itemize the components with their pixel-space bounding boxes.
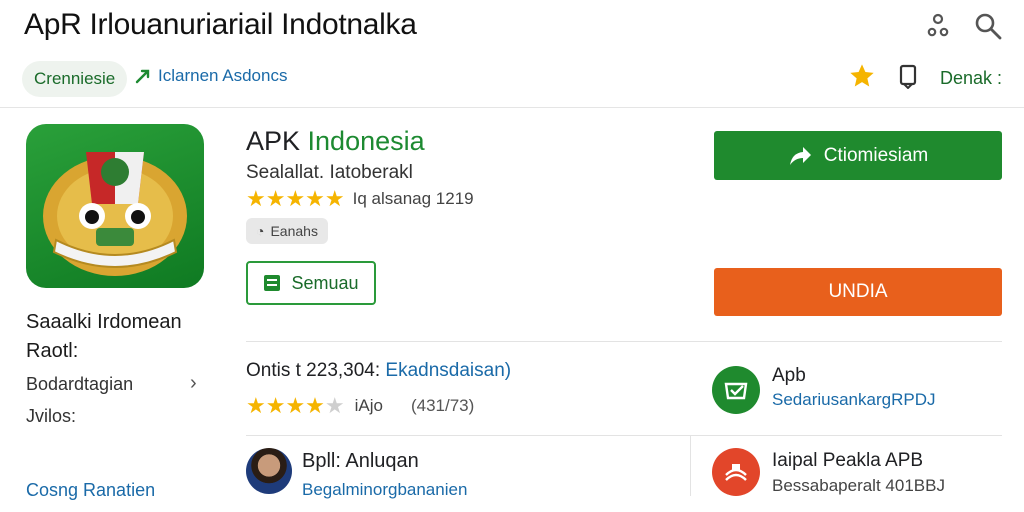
header-divider: [0, 107, 1024, 108]
share-icon[interactable]: [922, 10, 954, 42]
related-app-icon[interactable]: [712, 448, 760, 496]
subbar-right-label[interactable]: Denak :: [940, 68, 1002, 89]
section-divider: [246, 341, 1002, 342]
star-icon[interactable]: [848, 62, 876, 95]
online-link[interactable]: Ekadnsdaisan): [385, 360, 511, 381]
chevron-right-icon[interactable]: ›: [190, 372, 197, 395]
rating-stars: ★★★★★: [246, 186, 345, 211]
app-name-prefix: APK: [246, 126, 308, 156]
review-subtitle[interactable]: Begalminorgbananien: [302, 480, 467, 500]
column-divider: [690, 436, 691, 496]
left-nav-item[interactable]: Bodardtagian: [26, 374, 133, 395]
left-bottom-link[interactable]: Cosng Ranatien: [26, 480, 155, 501]
app-name-highlight: Indonesia: [307, 126, 425, 156]
rating-summary-stars: ★★★★★: [246, 393, 345, 418]
review-author[interactable]: Bpll: Anluqan: [302, 450, 419, 473]
related-app-title[interactable]: Apb: [772, 365, 806, 387]
rating-summary-count: (431/73): [410, 396, 475, 415]
list-divider: [246, 435, 1002, 436]
list-icon: [264, 275, 281, 291]
share-arrow-icon: [789, 146, 811, 165]
outline-action-label: Semuau: [291, 272, 359, 293]
app-name: APK Indonesia: [246, 126, 425, 157]
install-button[interactable]: Ctiomiesiam: [714, 131, 1002, 180]
left-info-label: Jvilos:: [26, 406, 77, 426]
developer-name[interactable]: Sealallat. Iatoberakl: [246, 162, 413, 184]
page-title: ApR Irlouanuriariail Indotnalka: [24, 8, 417, 41]
left-heading: Saaalki Irdomean: [26, 311, 182, 333]
rating-meta: Iq alsanag 1219: [352, 189, 474, 208]
outline-action-button[interactable]: Semuau: [246, 261, 376, 305]
app-logo: [26, 124, 204, 288]
related-app-subtitle[interactable]: SedariusankargRPDJ: [772, 390, 935, 410]
online-stats: Ontis t 223,304: Ekadnsdaisan): [246, 360, 511, 382]
badge-label: Eanahs: [270, 223, 318, 239]
badge-icon: ◔: [256, 223, 265, 239]
rating-summary-label: iAjo: [354, 396, 383, 415]
status-badge: ◔ Eanahs: [246, 218, 328, 244]
related-app-icon[interactable]: [712, 366, 760, 414]
install-button-label: Ctiomiesiam: [823, 144, 929, 166]
category-link-label: Iclarnen Asdoncs: [158, 66, 288, 85]
link-arrow-icon: [135, 69, 150, 84]
rating-row: ★★★★★ Iq alsanag 1219: [246, 186, 474, 212]
bookmark-icon[interactable]: [898, 63, 918, 94]
related-app-subtitle[interactable]: Bessabaperalt 401BBJ: [772, 476, 945, 496]
related-app-title[interactable]: Iaipal Peakla APB: [772, 450, 923, 472]
category-link[interactable]: Iclarnen Asdoncs: [134, 66, 287, 86]
secondary-action-button[interactable]: UNDIA: [714, 268, 1002, 316]
category-chip[interactable]: Crenniesie: [22, 61, 128, 97]
left-subheading: Raotl:: [26, 340, 79, 362]
subbar-actions: Denak :: [848, 62, 1002, 95]
search-icon[interactable]: [972, 10, 1004, 42]
secondary-action-label: UNDIA: [828, 281, 888, 302]
avatar[interactable]: [246, 448, 292, 494]
rating-summary: ★★★★★ iAjo (431/73): [246, 393, 474, 419]
online-count: Ontis t 223,304:: [246, 360, 386, 381]
